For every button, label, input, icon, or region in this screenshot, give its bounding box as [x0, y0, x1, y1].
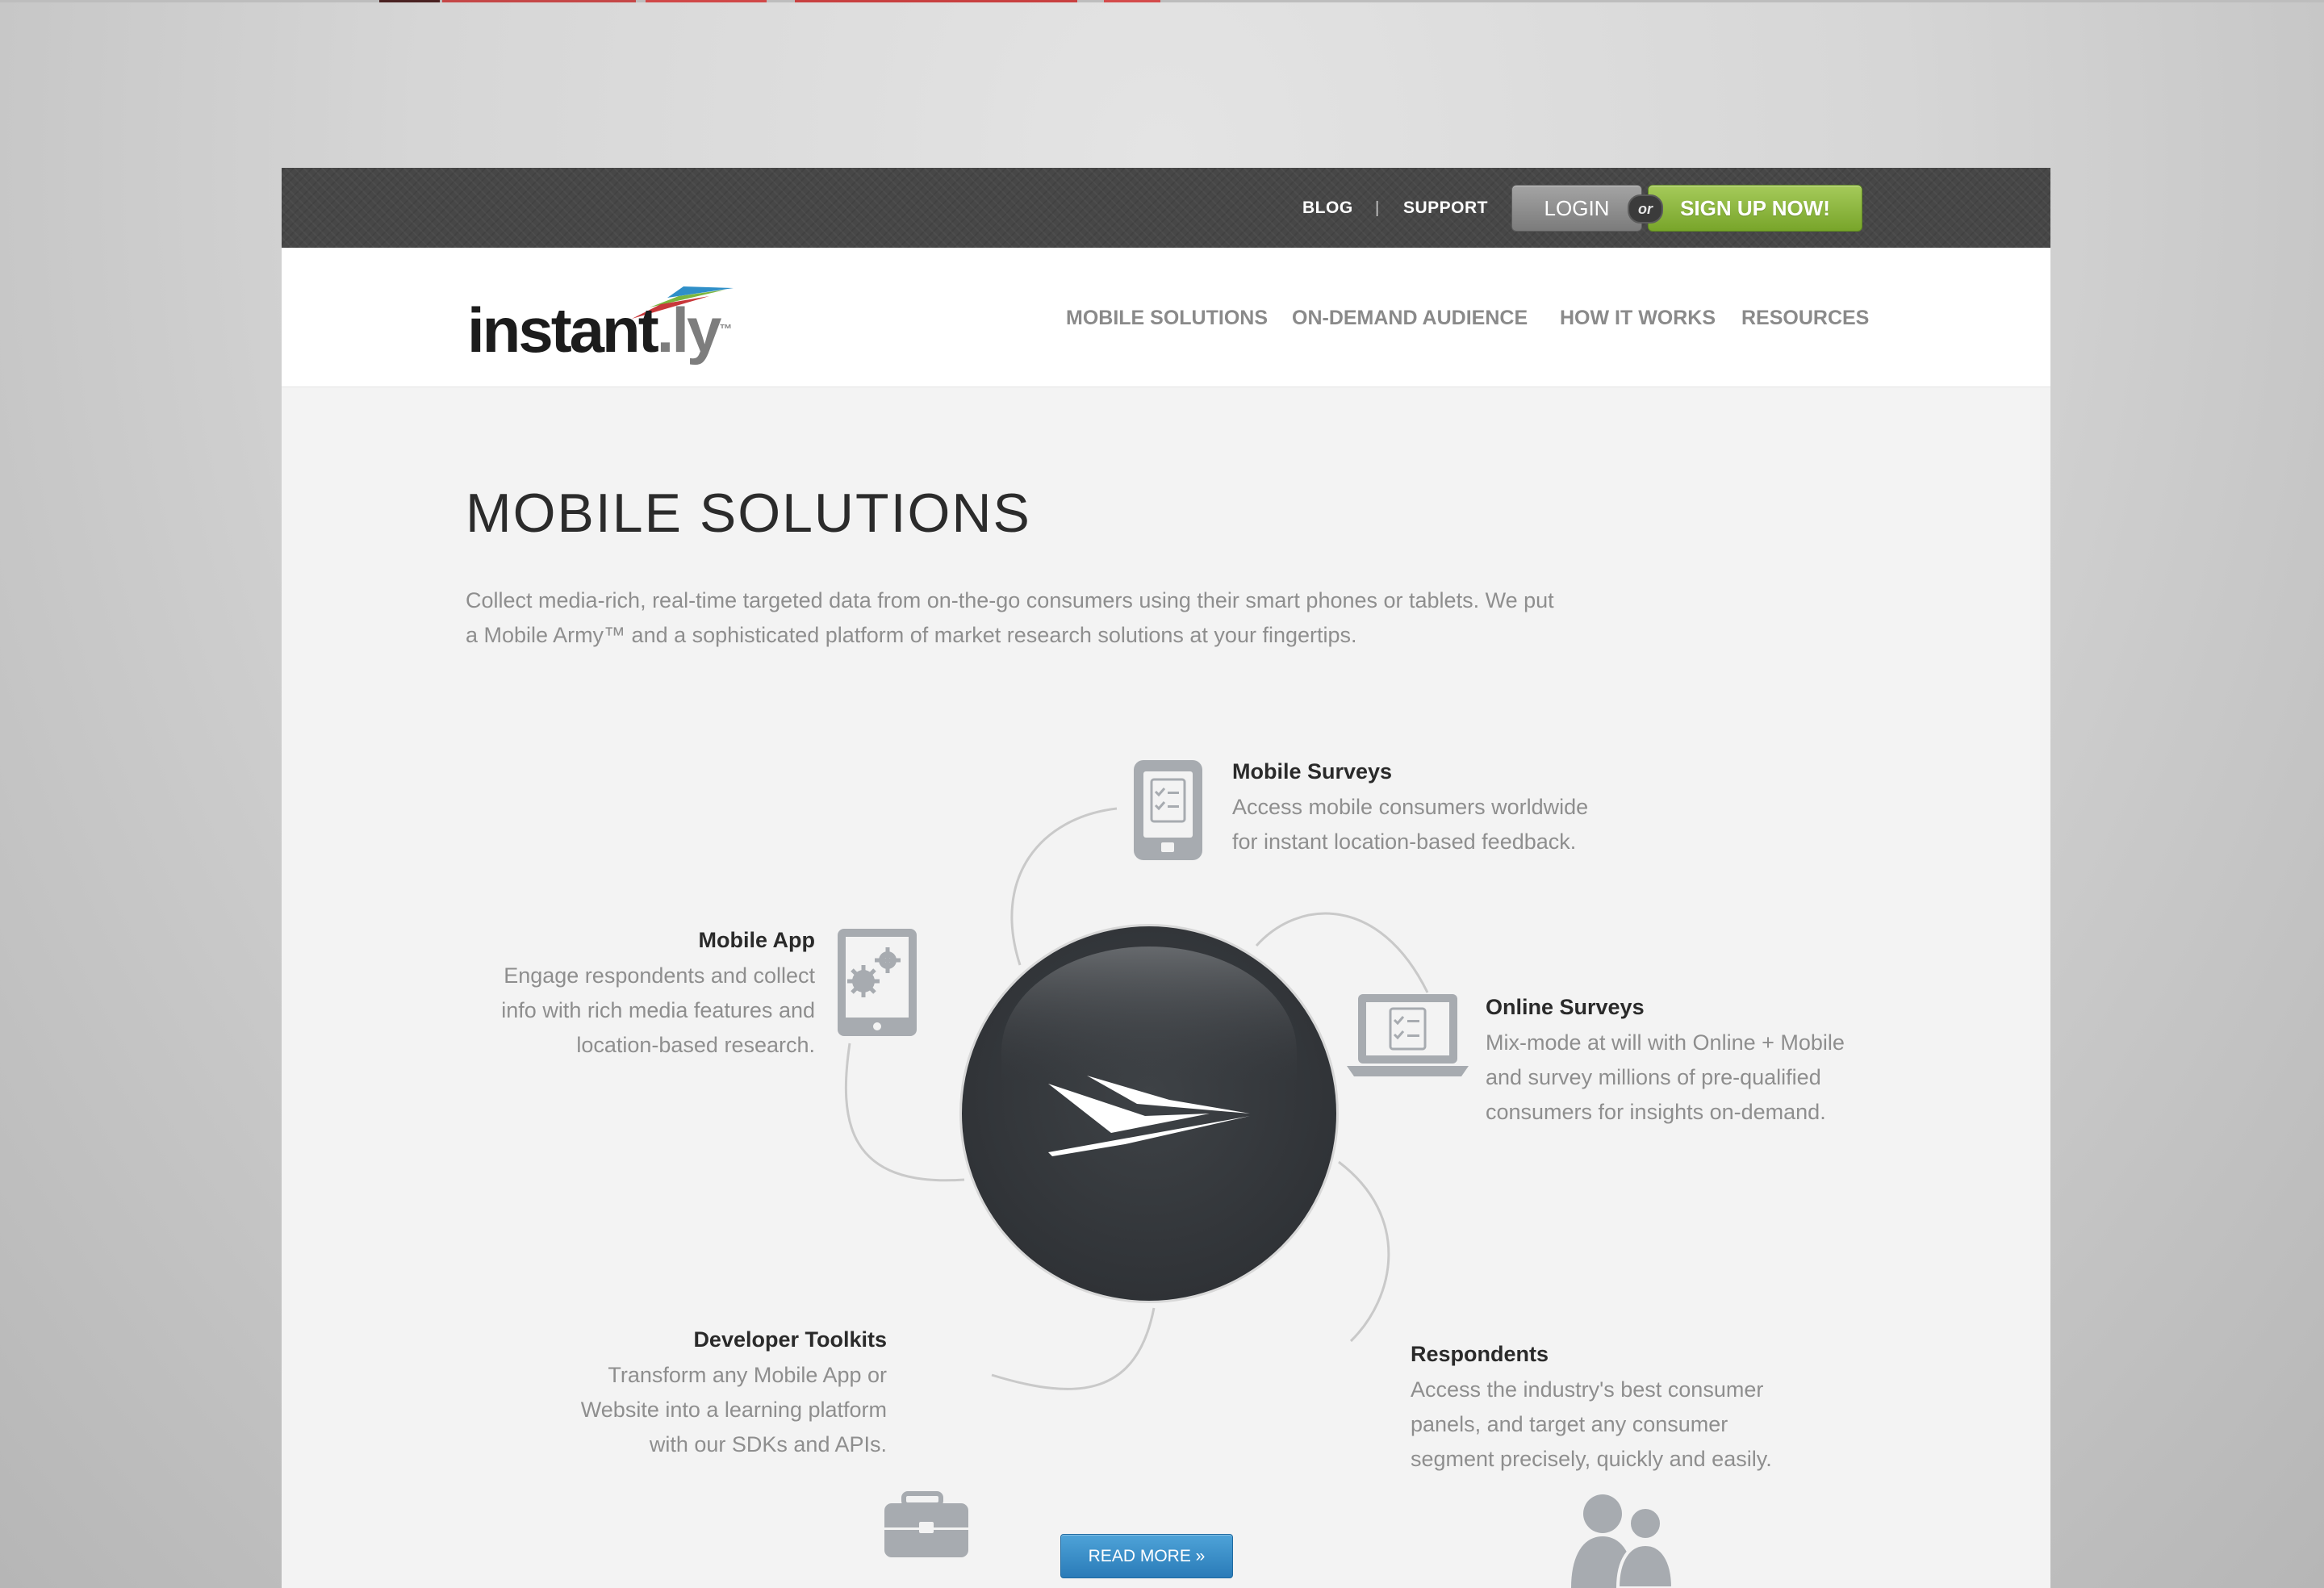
respondents-people-icon: [1571, 1494, 1675, 1588]
mobile-app-title: Mobile App: [698, 928, 815, 952]
mobile-app-tablet-icon: [838, 929, 917, 1036]
online-surveys-description: Mix-mode at will with Online + Mobile an…: [1486, 1030, 1845, 1124]
page-container: BLOG | SUPPORT LOGIN or SIGN UP NOW! ins…: [282, 168, 2050, 1588]
mobile-survey-phone-icon: [1134, 760, 1202, 860]
online-survey-laptop-icon: [1347, 994, 1469, 1076]
hub-logo-icon: [959, 924, 1339, 1303]
read-more-button[interactable]: READ MORE »: [1060, 1534, 1233, 1578]
online-surveys-title: Online Surveys: [1486, 995, 1645, 1019]
mobile-surveys-description: Access mobile consumers worldwide for in…: [1232, 795, 1589, 854]
browser-top-strip: [0, 0, 2324, 2]
respondents-description: Access the industry's best consumer pane…: [1411, 1377, 1772, 1471]
mobile-surveys-title: Mobile Surveys: [1232, 759, 1393, 784]
developer-toolkits-title: Developer Toolkits: [693, 1327, 887, 1352]
developer-briefcase-icon: [884, 1491, 968, 1557]
respondents-title: Respondents: [1411, 1342, 1549, 1366]
developer-toolkits-description: Transform any Mobile App or Website into…: [580, 1363, 887, 1456]
mobile-app-description: Engage respondents and collect info with…: [501, 963, 815, 1057]
or-badge: or: [1628, 194, 1663, 224]
